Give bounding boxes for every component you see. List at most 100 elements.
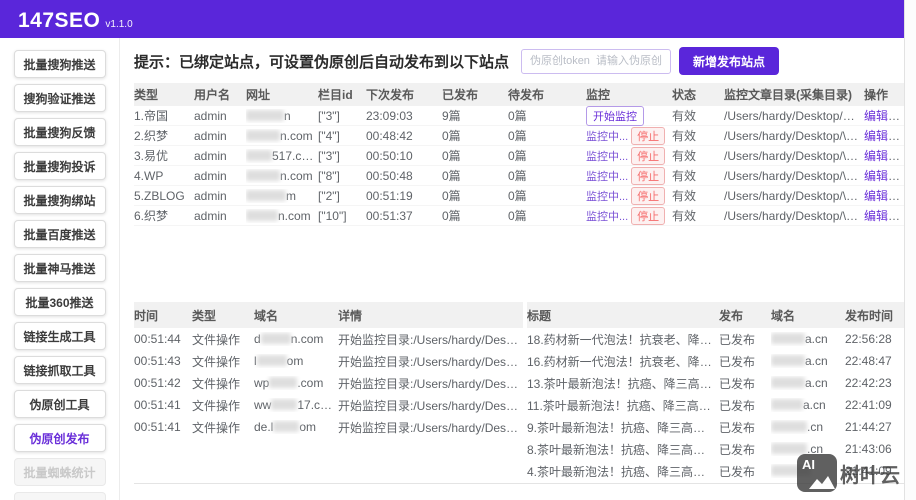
col-title: 标题 bbox=[527, 308, 552, 323]
site-next-publish: 00:48:42 bbox=[366, 128, 413, 143]
monitoring-label: 监控中... bbox=[586, 190, 629, 203]
sidebar-item-clipped[interactable] bbox=[13, 492, 106, 500]
edit-link[interactable]: 编辑 bbox=[864, 109, 900, 123]
site-pending-count: 0篇 bbox=[508, 169, 527, 183]
article-title: 13.茶叶最新泡法！抗癌、降三高、降尿酸效力涨... bbox=[527, 376, 719, 391]
sidebar-item-sogou-verify-push[interactable]: 搜狗验证推送 bbox=[13, 84, 106, 112]
edit-link[interactable]: 编辑 bbox=[864, 169, 900, 183]
start-monitor-button[interactable]: 开始监控 bbox=[586, 105, 644, 126]
token-input[interactable] bbox=[521, 48, 672, 74]
sidebar-item-sogou-push[interactable]: 批量搜狗推送 bbox=[13, 50, 106, 78]
sidebar-item-baidu-push[interactable]: 批量百度推送 bbox=[13, 220, 106, 248]
sidebar-item-spider-stats[interactable]: 批量蜘蛛统计 bbox=[13, 458, 106, 486]
col-url: 网址 bbox=[246, 88, 271, 102]
site-published-count: 0篇 bbox=[442, 149, 461, 163]
scrollbar-track[interactable] bbox=[905, 0, 916, 500]
site-actions: 编辑|删除 bbox=[864, 167, 904, 184]
sidebar-item-shenma-push[interactable]: 批量神马推送 bbox=[13, 254, 106, 282]
site-actions: 编辑|删除 bbox=[864, 207, 904, 224]
log-time: 00:51:41 bbox=[134, 420, 181, 434]
redacted-url bbox=[246, 169, 280, 181]
site-url: n.com bbox=[246, 209, 318, 223]
log-detail: 开始监控目录:/Users/hardy/Desktop/\=]-P09Q1/k.… bbox=[338, 376, 523, 391]
sidebar-item-pseudo-original-publish[interactable]: 伪原创发布 bbox=[13, 424, 106, 452]
add-publish-site-button[interactable]: 新增发布站点 bbox=[679, 47, 780, 75]
redacted-domain bbox=[771, 421, 807, 432]
site-next-publish: 23:09:03 bbox=[366, 108, 413, 123]
publish-status: 已发布 bbox=[719, 376, 756, 391]
redacted-url bbox=[246, 129, 280, 141]
body: 批量搜狗推送 搜狗验证推送 批量搜狗反馈 批量搜狗投诉 批量搜狗绑站 批量百度推… bbox=[0, 38, 904, 500]
file-log-table: 时间 类型 域名 详情 00:51:44 文件操作 d n.com 开始监控目录:… bbox=[134, 302, 523, 483]
table-row: 00:51:43 文件操作 l om 开始监控目录:/Users/hardy/De… bbox=[134, 350, 523, 372]
table-row: 9.茶叶最新泡法！抗癌、降三高、降尿酸效力涨十... 已发布 .cn 21:44… bbox=[527, 416, 904, 438]
site-user: admin bbox=[194, 108, 227, 123]
sidebar-item-sogou-complaint[interactable]: 批量搜狗投诉 bbox=[13, 152, 106, 180]
col-username: 用户名 bbox=[194, 88, 231, 102]
site-monitor-cell: 监控中... 停止 bbox=[586, 126, 672, 145]
publish-log-header: 标题 发布 域名 发布时间 bbox=[527, 302, 904, 328]
col-monitor: 监控 bbox=[586, 88, 611, 102]
sidebar: 批量搜狗推送 搜狗验证推送 批量搜狗反馈 批量搜狗投诉 批量搜狗绑站 批量百度推… bbox=[0, 38, 120, 500]
hint-row: 提示：已绑定站点，可设置伪原创后自动发布到以下站点 新增发布站点 bbox=[134, 46, 904, 76]
redacted-domain bbox=[269, 377, 298, 388]
col-monitor-dir: 监控文章目录(采集目录) bbox=[724, 88, 852, 102]
site-next-publish: 00:51:19 bbox=[366, 188, 413, 203]
redacted-domain bbox=[771, 443, 807, 454]
site-published-count: 9篇 bbox=[442, 109, 461, 123]
stop-monitor-button[interactable]: 停止 bbox=[631, 146, 666, 165]
redacted-domain bbox=[256, 355, 287, 366]
site-monitor-dir: /Users/hardy/Desktop/\=]-P09... bbox=[724, 188, 864, 203]
log-time: 00:51:44 bbox=[134, 332, 181, 346]
site-status: 有效 bbox=[672, 129, 697, 143]
sidebar-item-sogou-bind-site[interactable]: 批量搜狗绑站 bbox=[13, 186, 106, 214]
table-row: 11.茶叶最新泡法！抗癌、降三高、降尿酸效力涨... 已发布 a.cn 22:4… bbox=[527, 394, 904, 416]
publish-status: 已发布 bbox=[719, 442, 756, 457]
article-title: 8.茶叶最新泡法！抗癌、降三高、降尿酸效力涨十... bbox=[527, 442, 719, 457]
stop-monitor-button[interactable]: 停止 bbox=[631, 166, 666, 185]
sites-table: 类型 用户名 网址 栏目id 下次发布 已发布 待发布 监控 状态 监控文章目录… bbox=[134, 83, 904, 226]
table-row: 00:51:41 文件操作 de.l om 开始监控目录:/Users/hardy… bbox=[134, 416, 523, 438]
site-actions: 编辑|删除 bbox=[864, 107, 904, 124]
site-next-publish: 00:50:10 bbox=[366, 148, 413, 163]
monitoring-label: 监控中... bbox=[586, 150, 629, 163]
edit-link[interactable]: 编辑 bbox=[864, 189, 900, 203]
table-row: 00:51:44 文件操作 d n.com 开始监控目录:/Users/hardy… bbox=[134, 328, 523, 350]
site-url: m bbox=[246, 189, 318, 203]
table-row: 6.织梦 admin n.com ["10"] 00:51:37 0篇 0篇 监… bbox=[134, 206, 904, 226]
stop-monitor-button[interactable]: 停止 bbox=[631, 206, 666, 225]
log-time: 00:51:43 bbox=[134, 354, 181, 368]
sidebar-item-link-generator[interactable]: 链接生成工具 bbox=[13, 322, 106, 350]
watermark: AI 树叶云 bbox=[797, 454, 900, 492]
publish-time: 22:42:23 bbox=[845, 376, 892, 390]
edit-link[interactable]: 编辑 bbox=[864, 129, 900, 143]
monitoring-label: 监控中... bbox=[586, 210, 629, 223]
publish-status: 已发布 bbox=[719, 354, 756, 369]
site-column-id: ["2"] bbox=[318, 188, 340, 203]
sidebar-item-link-crawler[interactable]: 链接抓取工具 bbox=[13, 356, 106, 384]
sidebar-item-pseudo-original-tool[interactable]: 伪原创工具 bbox=[13, 390, 106, 418]
top-header-bar: 147SEO v1.1.0 bbox=[0, 0, 904, 38]
stop-monitor-button[interactable]: 停止 bbox=[631, 186, 666, 205]
site-monitor-dir: /Users/hardy/Desktop/\=]-P09... bbox=[724, 208, 864, 223]
site-column-id: ["4"] bbox=[318, 128, 340, 143]
site-pending-count: 0篇 bbox=[508, 209, 527, 223]
redacted-domain bbox=[273, 421, 300, 432]
edit-link[interactable]: 编辑 bbox=[864, 149, 900, 163]
sidebar-item-sogou-feedback[interactable]: 批量搜狗反馈 bbox=[13, 118, 106, 146]
site-next-publish: 00:50:48 bbox=[366, 168, 413, 183]
col-column-id: 栏目id bbox=[318, 88, 353, 102]
site-type: 3.易优 bbox=[134, 149, 169, 163]
stop-monitor-button[interactable]: 停止 bbox=[631, 126, 666, 145]
log-time: 00:51:41 bbox=[134, 398, 181, 412]
site-monitor-cell: 监控中... 停止 bbox=[586, 186, 672, 205]
publish-status: 已发布 bbox=[719, 420, 756, 435]
table-row: 16.药材新一代泡法！抗衰老、降三高、降自体普... 已发布 a.cn 22:4… bbox=[527, 350, 904, 372]
edit-link[interactable]: 编辑 bbox=[864, 209, 900, 223]
log-domain: wp .com bbox=[254, 376, 324, 390]
site-status: 有效 bbox=[672, 169, 697, 183]
sidebar-item-360-push[interactable]: 批量360推送 bbox=[13, 288, 106, 316]
site-url: n.com bbox=[246, 129, 318, 143]
app-window: 147SEO v1.1.0 批量搜狗推送 搜狗验证推送 批量搜狗反馈 批量搜狗投… bbox=[0, 0, 905, 500]
site-type: 6.织梦 bbox=[134, 209, 169, 223]
